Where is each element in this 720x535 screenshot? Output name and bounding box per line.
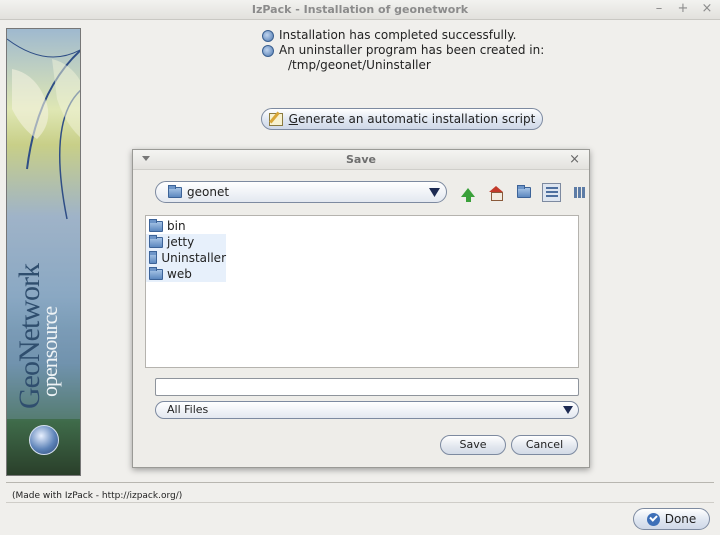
message-uninstaller: An uninstaller program has been created … bbox=[262, 43, 544, 58]
save-button[interactable]: Save bbox=[440, 435, 506, 455]
list-view-button[interactable] bbox=[542, 183, 561, 202]
location-value: geonet bbox=[187, 185, 230, 199]
check-icon bbox=[646, 512, 660, 526]
filter-value: All Files bbox=[167, 403, 209, 416]
list-item[interactable]: jetty bbox=[146, 234, 226, 250]
maximize-button[interactable]: + bbox=[676, 1, 690, 16]
folder-icon bbox=[149, 250, 158, 264]
window-title: IzPack - Installation of geonetwork bbox=[251, 3, 469, 16]
generate-script-label: Generate an automatic installation scrip… bbox=[288, 112, 536, 126]
cancel-button[interactable]: Cancel bbox=[511, 435, 578, 455]
list-view-icon bbox=[545, 187, 558, 198]
folder-icon bbox=[168, 184, 182, 198]
divider bbox=[6, 502, 714, 503]
message-text: An uninstaller program has been created … bbox=[279, 43, 545, 57]
details-view-icon bbox=[573, 187, 586, 198]
dialog-toolbar bbox=[458, 183, 589, 202]
details-view-button[interactable] bbox=[570, 183, 589, 202]
izpack-credits: (Made with IzPack - http://izpack.org/) bbox=[12, 491, 183, 501]
save-dialog: Save × geonet bin jetty Uninstaller web … bbox=[132, 149, 590, 468]
info-bullet-icon bbox=[262, 44, 274, 57]
globe-icon bbox=[29, 425, 59, 455]
folder-icon bbox=[149, 234, 163, 248]
window-titlebar: IzPack - Installation of geonetwork – + … bbox=[0, 0, 720, 20]
location-combobox[interactable]: geonet bbox=[155, 181, 447, 203]
message-success: Installation has completed successfully. bbox=[262, 28, 544, 43]
completion-messages: Installation has completed successfully.… bbox=[262, 28, 544, 73]
dialog-titlebar: Save × bbox=[133, 150, 589, 170]
folder-icon bbox=[149, 266, 163, 280]
minimize-button[interactable]: – bbox=[652, 1, 666, 16]
info-bullet-icon bbox=[262, 29, 274, 42]
message-text: Installation has completed successfully. bbox=[279, 28, 517, 42]
list-item[interactable]: bin bbox=[146, 218, 226, 234]
home-icon bbox=[488, 186, 503, 201]
list-item[interactable]: Uninstaller bbox=[146, 250, 226, 266]
filename-input[interactable] bbox=[155, 378, 579, 396]
edit-icon bbox=[268, 112, 283, 126]
list-item[interactable]: web bbox=[146, 266, 226, 282]
new-folder-icon bbox=[516, 185, 531, 198]
file-type-filter[interactable]: All Files bbox=[155, 401, 579, 419]
home-button[interactable] bbox=[486, 183, 505, 202]
up-folder-button[interactable] bbox=[458, 183, 477, 202]
dialog-close-button[interactable]: × bbox=[569, 152, 580, 167]
window-controls: – + × bbox=[652, 1, 714, 16]
file-list[interactable]: bin jetty Uninstaller web bbox=[145, 215, 579, 368]
sidebar-banner-image: GeoNetwork opensource bbox=[6, 28, 81, 476]
dialog-title: Save bbox=[346, 153, 376, 166]
uninstaller-path: /tmp/geonet/Uninstaller bbox=[288, 58, 431, 72]
close-window-button[interactable]: × bbox=[700, 1, 714, 16]
dropdown-arrow-icon bbox=[429, 188, 440, 197]
folder-icon bbox=[149, 218, 163, 232]
new-folder-button[interactable] bbox=[514, 183, 533, 202]
divider bbox=[6, 482, 714, 483]
done-button[interactable]: Done bbox=[633, 508, 710, 530]
up-folder-icon bbox=[460, 188, 475, 202]
dropdown-arrow-icon bbox=[563, 406, 573, 414]
brand-wordmark: GeoNetwork opensource bbox=[13, 264, 63, 409]
generate-script-button[interactable]: Generate an automatic installation scrip… bbox=[261, 108, 543, 130]
done-label: Done bbox=[664, 512, 697, 526]
